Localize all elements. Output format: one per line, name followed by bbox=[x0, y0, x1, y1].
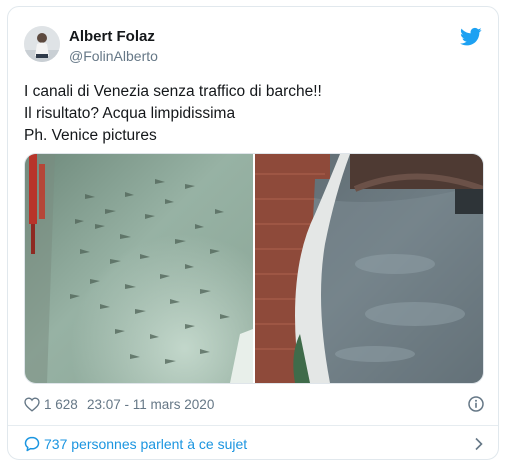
conversation-link[interactable]: 737 personnes parlent à ce sujet bbox=[24, 435, 484, 455]
author-handle[interactable]: @FolinAlberto bbox=[69, 48, 158, 64]
timestamp[interactable]: 23:07 - 11 mars 2020 bbox=[87, 397, 214, 412]
tweet-text: I canali di Venezia senza traffico di ba… bbox=[24, 81, 484, 147]
tweet-text-line: Ph. Venice pictures bbox=[24, 127, 157, 144]
twitter-bird-icon[interactable] bbox=[460, 27, 482, 47]
photo-clear-water-fish[interactable] bbox=[25, 154, 253, 383]
info-icon[interactable] bbox=[468, 396, 484, 412]
tweet-card: Albert Folaz @FolinAlberto I canali di V… bbox=[7, 6, 499, 460]
avatar[interactable] bbox=[24, 26, 60, 62]
heart-icon[interactable] bbox=[24, 397, 40, 412]
tweet-text-line: I canali di Venezia senza traffico di ba… bbox=[24, 83, 322, 100]
chevron-right-icon[interactable] bbox=[474, 437, 484, 451]
like-count[interactable]: 1 628 bbox=[44, 397, 78, 412]
tweet-meta: 1 628 23:07 - 11 mars 2020 bbox=[24, 396, 484, 414]
tweet-text-line: Il risultato? Acqua limpidissima bbox=[24, 105, 236, 122]
photo-canal-brick-wall[interactable] bbox=[255, 154, 483, 383]
tweet-media[interactable] bbox=[24, 153, 484, 384]
conversation-link-label[interactable]: 737 personnes parlent à ce sujet bbox=[44, 436, 247, 452]
author-name[interactable]: Albert Folaz bbox=[69, 28, 155, 45]
divider bbox=[8, 425, 498, 426]
speech-bubble-icon bbox=[24, 436, 40, 452]
